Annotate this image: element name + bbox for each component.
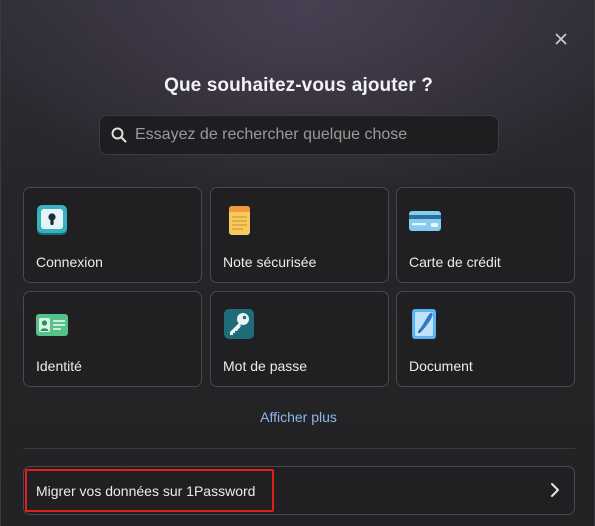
search-input[interactable] bbox=[135, 126, 475, 144]
key-icon bbox=[223, 308, 255, 340]
category-password[interactable]: Mot de passe bbox=[210, 291, 389, 387]
migrate-data-button[interactable]: Migrer vos données sur 1Password bbox=[23, 466, 575, 515]
category-secure-note[interactable]: Note sécurisée bbox=[210, 187, 389, 283]
close-icon bbox=[555, 33, 567, 45]
search-icon bbox=[111, 127, 127, 143]
migrate-label: Migrer vos données sur 1Password bbox=[36, 483, 256, 499]
keyhole-icon bbox=[36, 204, 68, 236]
category-label: Note sécurisée bbox=[223, 254, 317, 270]
category-login[interactable]: Connexion bbox=[23, 187, 202, 283]
show-more-link[interactable]: Afficher plus bbox=[1, 409, 594, 425]
category-label: Document bbox=[409, 358, 473, 374]
notepad-icon bbox=[223, 204, 255, 236]
add-item-dialog: Que souhaitez-vous ajouter ? Connexion bbox=[0, 0, 595, 526]
chevron-right-icon bbox=[550, 482, 560, 498]
close-button[interactable] bbox=[550, 28, 572, 50]
search-box[interactable] bbox=[99, 115, 499, 155]
dialog-title: Que souhaitez-vous ajouter ? bbox=[164, 75, 433, 96]
category-document[interactable]: Document bbox=[396, 291, 575, 387]
category-label: Connexion bbox=[36, 254, 103, 270]
divider bbox=[23, 448, 575, 449]
document-pen-icon bbox=[409, 308, 441, 340]
category-label: Mot de passe bbox=[223, 358, 308, 374]
id-card-icon bbox=[36, 308, 68, 340]
category-identity[interactable]: Identité bbox=[23, 291, 202, 387]
category-credit-card[interactable]: Carte de crédit bbox=[396, 187, 575, 283]
credit-card-icon bbox=[409, 204, 441, 236]
category-label: Carte de crédit bbox=[409, 254, 501, 270]
category-label: Identité bbox=[36, 358, 82, 374]
